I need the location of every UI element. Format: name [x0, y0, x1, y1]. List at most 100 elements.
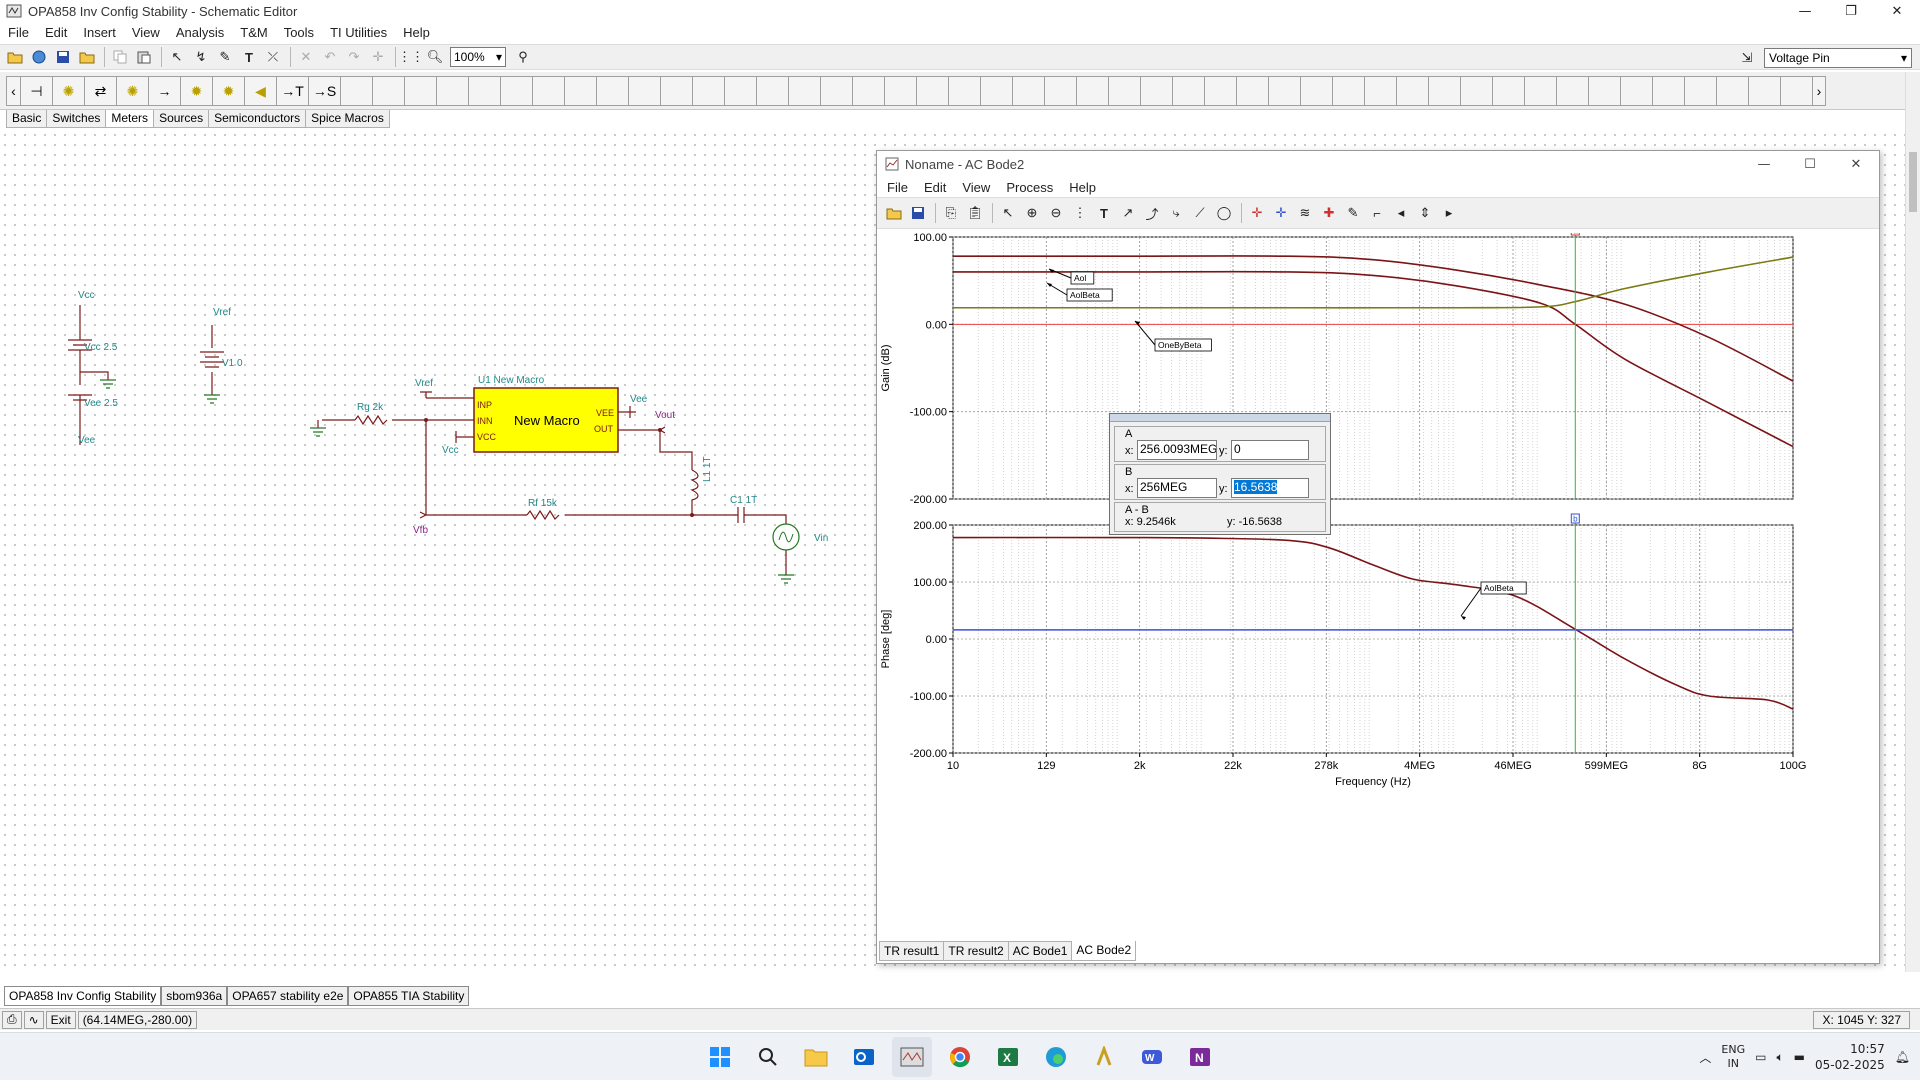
file-explorer-icon[interactable] [796, 1037, 836, 1077]
bode-minimize-button[interactable]: — [1741, 151, 1787, 177]
ammeter-icon[interactable]: ⇄ [84, 76, 116, 106]
marker-add-icon[interactable]: ✚ [1318, 201, 1340, 225]
probe-icon[interactable]: ⚲ [512, 46, 534, 68]
copy-icon[interactable] [109, 46, 131, 68]
text-tool-icon[interactable]: T [1093, 201, 1115, 225]
save-icon[interactable] [52, 46, 74, 68]
clock[interactable]: 10:57 05-02-2025 [1815, 1041, 1885, 1073]
windows-start-icon[interactable] [700, 1037, 740, 1077]
network-icon[interactable]: ▭ [1755, 1050, 1766, 1064]
palette-slot[interactable] [1204, 76, 1236, 106]
onenote-icon[interactable]: N [1180, 1037, 1220, 1077]
current-arrow-icon[interactable]: → [148, 76, 180, 106]
tab-spice-macros[interactable]: Spice Macros [305, 110, 390, 128]
palette-slot[interactable] [1332, 76, 1364, 106]
palette-slot[interactable] [1300, 76, 1332, 106]
cursor-b-x-field[interactable]: 256MEG [1137, 478, 1217, 498]
tab-sources[interactable]: Sources [153, 110, 210, 128]
palette-slot[interactable] [916, 76, 948, 106]
menu-tm[interactable]: T&M [232, 25, 275, 40]
palette-slot[interactable] [1268, 76, 1300, 106]
menu-insert[interactable]: Insert [75, 25, 124, 40]
chrome-icon[interactable] [940, 1037, 980, 1077]
zoom-in-icon[interactable]: ⊕ [1021, 201, 1043, 225]
zoom-select[interactable]: 100% ▾ [450, 47, 506, 67]
select-arrow-icon[interactable]: ↖ [166, 46, 188, 68]
palette-slot[interactable] [1460, 76, 1492, 106]
palette-slot[interactable] [468, 76, 500, 106]
palette-slot[interactable] [724, 76, 756, 106]
palette-slot[interactable] [564, 76, 596, 106]
probe-pen-icon[interactable]: ✎ [1342, 201, 1364, 225]
paste-icon[interactable] [133, 46, 155, 68]
voltage-pin-icon[interactable]: ⊣ [20, 76, 52, 106]
analysis-icon[interactable]: ∿ [23, 1010, 44, 1029]
palette-slot[interactable] [1236, 76, 1268, 106]
wire-tool-icon[interactable]: ↯ [190, 46, 212, 68]
snapshot-icon[interactable]: ⎙ [2, 1010, 22, 1029]
doc-tab-opa858[interactable]: OPA858 Inv Config Stability [4, 986, 162, 1006]
open-folder2-icon[interactable] [76, 46, 98, 68]
tab-tr-result1[interactable]: TR result1 [879, 941, 945, 961]
zoom-out-icon[interactable]: ⊖ [1045, 201, 1067, 225]
close-button[interactable]: ✕ [1874, 0, 1920, 22]
line-tool-icon[interactable]: ⟋ [1189, 201, 1211, 225]
notification-bell-icon[interactable]: 🔔︎ [1895, 1050, 1910, 1064]
palette-slot[interactable] [404, 76, 436, 106]
ellipse-tool-icon[interactable]: ◯ [1213, 201, 1235, 225]
palette-slot[interactable] [1716, 76, 1748, 106]
bode-menu-edit[interactable]: Edit [916, 180, 954, 195]
excel-icon[interactable]: X [988, 1037, 1028, 1077]
cursor-a-x-field[interactable]: 256.0093MEG [1137, 440, 1217, 460]
tab-tr-result2[interactable]: TR result2 [943, 941, 1009, 961]
pin-tool-icon[interactable]: ⇲ [1736, 47, 1758, 69]
palette-slot[interactable] [788, 76, 820, 106]
doc-tab-sbom936a[interactable]: sbom936a [161, 986, 228, 1006]
palette-slot[interactable] [1492, 76, 1524, 106]
lamp-icon[interactable]: ✹ [180, 76, 212, 106]
pin-type-select[interactable]: Voltage Pin ▾ [1764, 48, 1912, 68]
cursor-a-icon[interactable]: ✛ [1246, 201, 1268, 225]
bode-menu-view[interactable]: View [954, 180, 998, 195]
scroll-left-icon[interactable]: ‹ [6, 76, 20, 106]
palette-slot[interactable] [1172, 76, 1204, 106]
volume-icon[interactable]: 🔈︎ [1776, 1050, 1783, 1065]
redo-icon[interactable]: ↷ [343, 46, 365, 68]
palette-slot[interactable] [1108, 76, 1140, 106]
cursor-readout-panel[interactable]: A x: 256.0093MEG y: 0 B x: 256MEG y: 16.… [1109, 413, 1331, 535]
palette-slot[interactable] [340, 76, 372, 106]
cursor-a-y-field[interactable]: 0 [1231, 440, 1309, 460]
cursor-b-icon[interactable]: ✛ [1270, 201, 1292, 225]
wire-cross-icon[interactable]: ⤫ [262, 46, 284, 68]
cursor-panel-header[interactable] [1110, 414, 1330, 422]
minimize-button[interactable]: — [1782, 0, 1828, 22]
palette-slot[interactable] [1620, 76, 1652, 106]
palette-slot[interactable] [1140, 76, 1172, 106]
arrow-right-icon[interactable]: ▸ [1438, 201, 1460, 225]
restore-button[interactable]: ❐ [1828, 0, 1874, 22]
palette-slot[interactable] [532, 76, 564, 106]
palette-slot[interactable] [1044, 76, 1076, 106]
tab-semiconductors[interactable]: Semiconductors [208, 110, 307, 128]
chevron-up-icon[interactable]: ︿ [1699, 1049, 1711, 1066]
open-web-icon[interactable] [28, 46, 50, 68]
scrollbar-thumb[interactable] [1909, 152, 1917, 212]
bode-menu-file[interactable]: File [879, 180, 916, 195]
exit-button[interactable]: Exit [45, 1010, 76, 1029]
palette-slot[interactable] [660, 76, 692, 106]
palette-slot[interactable] [596, 76, 628, 106]
tab-ac-bode1[interactable]: AC Bode1 [1007, 941, 1073, 961]
palette-slot[interactable] [628, 76, 660, 106]
palette-slot[interactable] [372, 76, 404, 106]
language-indicator[interactable]: ENG IN [1721, 1043, 1745, 1071]
text-tool-icon[interactable]: T [238, 46, 260, 68]
palette-slot[interactable] [1748, 76, 1780, 106]
palette-slot[interactable] [1684, 76, 1716, 106]
teams-like-icon[interactable]: W [1132, 1037, 1172, 1077]
palette-slot[interactable] [756, 76, 788, 106]
search-icon[interactable] [748, 1037, 788, 1077]
lamp2-icon[interactable]: ✹ [212, 76, 244, 106]
bode-plot-area[interactable]: 100.000.00-100.00-200.00Gain (dB)a200.00… [877, 233, 1879, 933]
palette-slot[interactable] [1652, 76, 1684, 106]
battery-icon[interactable]: ▬ [1794, 1050, 1805, 1064]
